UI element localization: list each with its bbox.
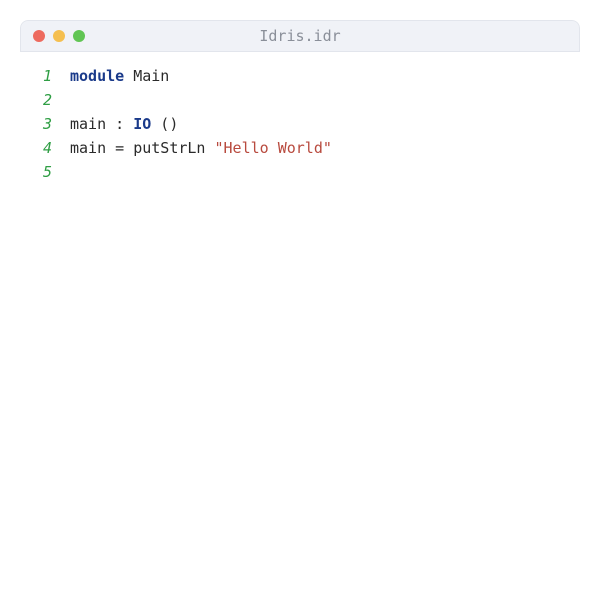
code-token-plain: main = putStrLn <box>70 139 215 157</box>
traffic-lights <box>33 30 85 42</box>
window-title: Idris.idr <box>33 27 567 45</box>
titlebar: Idris.idr <box>20 20 580 52</box>
maximize-icon[interactable] <box>73 30 85 42</box>
code-token-string: "Hello World" <box>215 139 332 157</box>
code-token-plain: () <box>151 115 178 133</box>
code-line[interactable]: 3main : IO () <box>20 112 580 136</box>
close-icon[interactable] <box>33 30 45 42</box>
line-number: 5 <box>20 163 70 181</box>
code-content[interactable]: main : IO () <box>70 115 178 133</box>
code-token-plain: main : <box>70 115 133 133</box>
code-content[interactable]: module Main <box>70 67 169 85</box>
line-number: 3 <box>20 115 70 133</box>
code-line[interactable]: 1module Main <box>20 64 580 88</box>
line-number: 4 <box>20 139 70 157</box>
editor-window: Idris.idr 1module Main23main : IO ()4mai… <box>20 20 580 196</box>
line-number: 1 <box>20 67 70 85</box>
code-line[interactable]: 5 <box>20 160 580 184</box>
code-editor[interactable]: 1module Main23main : IO ()4main = putStr… <box>20 52 580 196</box>
minimize-icon[interactable] <box>53 30 65 42</box>
code-token-plain: Main <box>124 67 169 85</box>
code-line[interactable]: 2 <box>20 88 580 112</box>
code-line[interactable]: 4main = putStrLn "Hello World" <box>20 136 580 160</box>
code-token-type: IO <box>133 115 151 133</box>
line-number: 2 <box>20 91 70 109</box>
code-content[interactable]: main = putStrLn "Hello World" <box>70 139 332 157</box>
code-token-keyword: module <box>70 67 124 85</box>
